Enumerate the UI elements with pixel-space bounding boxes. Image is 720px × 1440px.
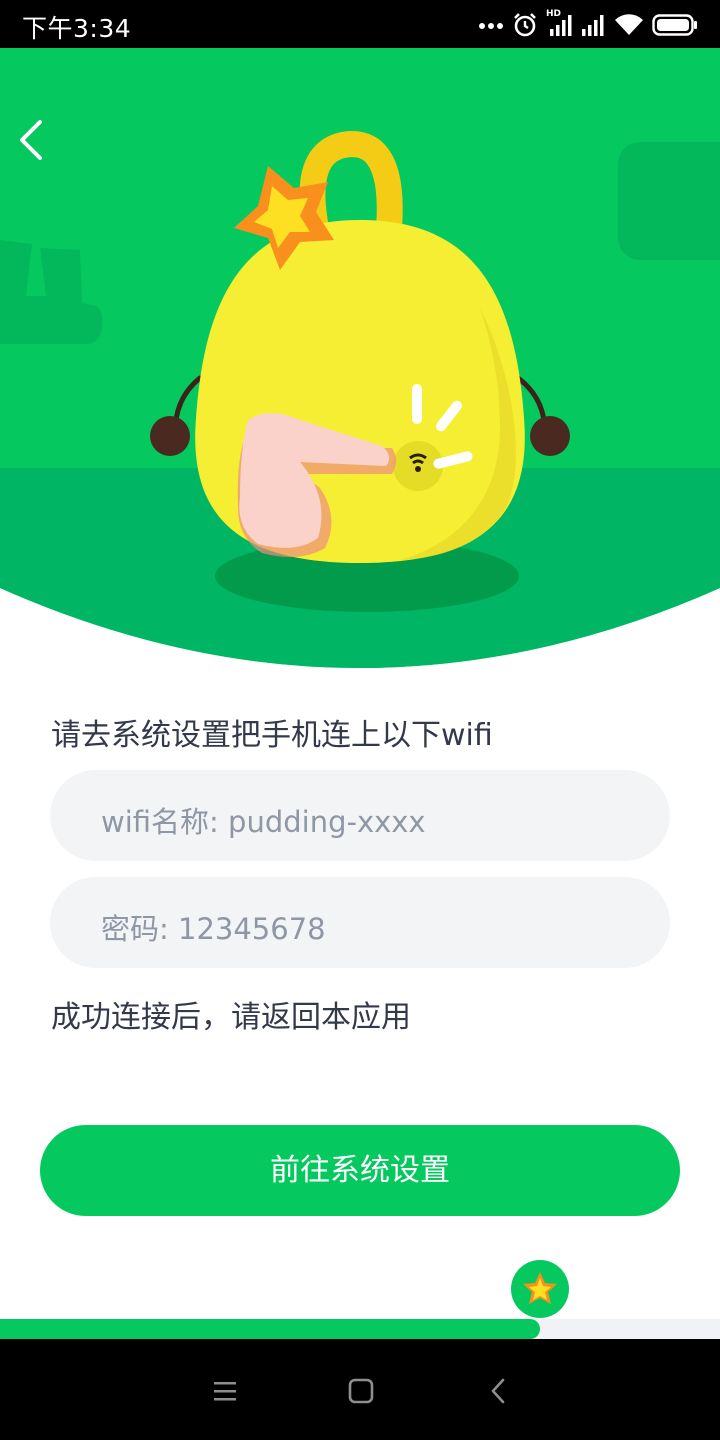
more-dots-icon [479,23,503,29]
wifi-name-value: wifi名称: pudding-xxxx [101,805,426,839]
system-nav-bar [0,1339,720,1440]
progress-bar [0,1319,720,1339]
hd-signal: HD [546,9,572,38]
star-icon [511,1260,569,1318]
status-time: 下午3:34 [22,14,132,43]
back-arrow-icon[interactable] [6,110,58,170]
go-to-settings-button[interactable]: 前往系统设置 [40,1125,680,1216]
wifi-icon [615,14,643,36]
after-connect-note: 成功连接后，请返回本应用 [51,1000,411,1035]
signal-icon [550,15,572,36]
menu-icon[interactable] [203,1369,247,1413]
progress-fill [0,1319,540,1339]
wifi-password-field: 密码: 12345678 [50,877,670,968]
signal-icon [582,15,604,36]
instruction-text: 请去系统设置把手机连上以下wifi [51,718,493,753]
wifi-password-value: 密码: 12345678 [101,912,326,946]
hero-illustration [0,48,720,668]
hero-background [0,48,720,668]
back-icon[interactable] [477,1369,521,1413]
battery-icon [652,14,697,36]
wifi-name-field: wifi名称: pudding-xxxx [50,770,670,861]
home-icon[interactable] [339,1369,383,1413]
alarm-icon [514,13,536,37]
status-icons: HD [478,9,698,40]
status-bar: 下午3:34 HD [0,0,720,48]
